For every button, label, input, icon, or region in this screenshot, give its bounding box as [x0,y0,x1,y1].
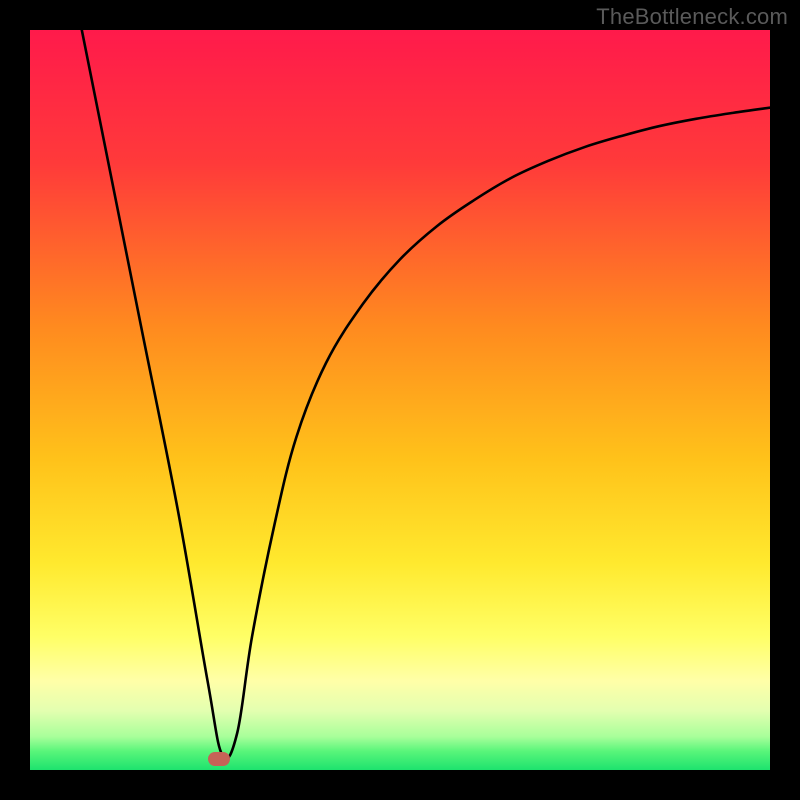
watermark-text: TheBottleneck.com [596,4,788,30]
gradient-background [30,30,770,770]
optimal-point-marker [208,752,230,766]
plot-area [30,30,770,770]
chart-frame: TheBottleneck.com [0,0,800,800]
plot-svg [30,30,770,770]
